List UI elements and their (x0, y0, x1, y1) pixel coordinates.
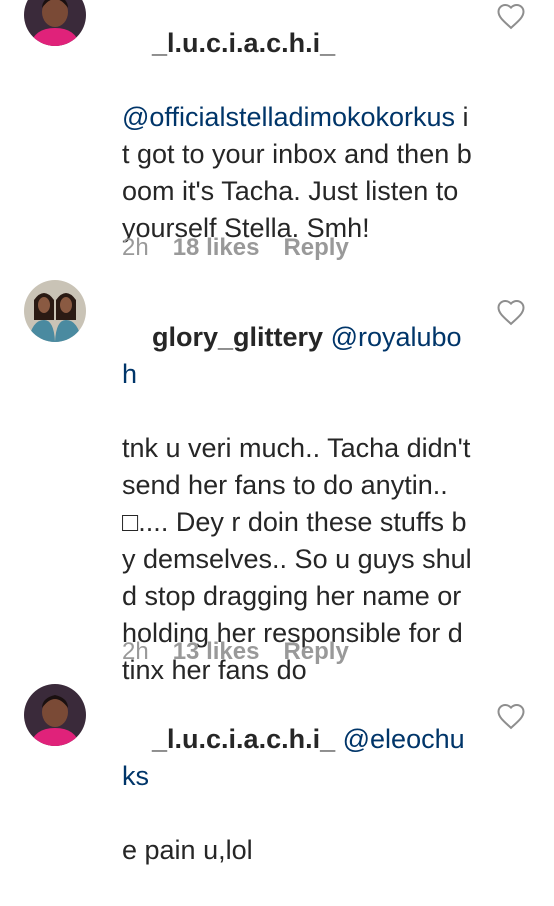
comment-likes[interactable]: 13 likes (173, 638, 260, 666)
avatar[interactable] (24, 684, 86, 746)
heart-outline-icon[interactable] (496, 702, 526, 730)
comment-username[interactable]: _l.u.c.i.a.c.h.i_ (152, 724, 335, 754)
comment-username[interactable]: glory_glittery (152, 322, 323, 352)
comment-2: glory_glittery @royaluboh tnk u veri muc… (0, 270, 554, 685)
heart-outline-icon[interactable] (496, 2, 526, 30)
avatar[interactable] (24, 280, 86, 342)
reply-button[interactable]: Reply (283, 638, 348, 666)
comment-time[interactable]: 2h (122, 234, 149, 262)
comment-3: _l.u.c.i.a.c.h.i_ @eleochuks e pain u,lo… (0, 672, 554, 865)
avatar[interactable] (24, 0, 86, 46)
comment-meta: 2h 13 likes Reply (122, 638, 349, 666)
reply-button[interactable]: Reply (283, 234, 348, 262)
comment-likes[interactable]: 18 likes (173, 234, 260, 262)
comment-mention[interactable]: @officialstelladimokokorkus (122, 102, 455, 132)
comment-1: _l.u.c.i.a.c.h.i_ @officialstelladimokok… (0, 0, 554, 270)
comment-meta: 2h 18 likes Reply (122, 234, 349, 262)
comment-time[interactable]: 2h (122, 638, 149, 666)
heart-outline-icon[interactable] (496, 298, 526, 326)
comment-text: e pain u,lol (122, 835, 253, 865)
comment-body: _l.u.c.i.a.c.h.i_ @eleochuks e pain u,lo… (122, 684, 472, 906)
comment-username[interactable]: _l.u.c.i.a.c.h.i_ (152, 28, 335, 58)
